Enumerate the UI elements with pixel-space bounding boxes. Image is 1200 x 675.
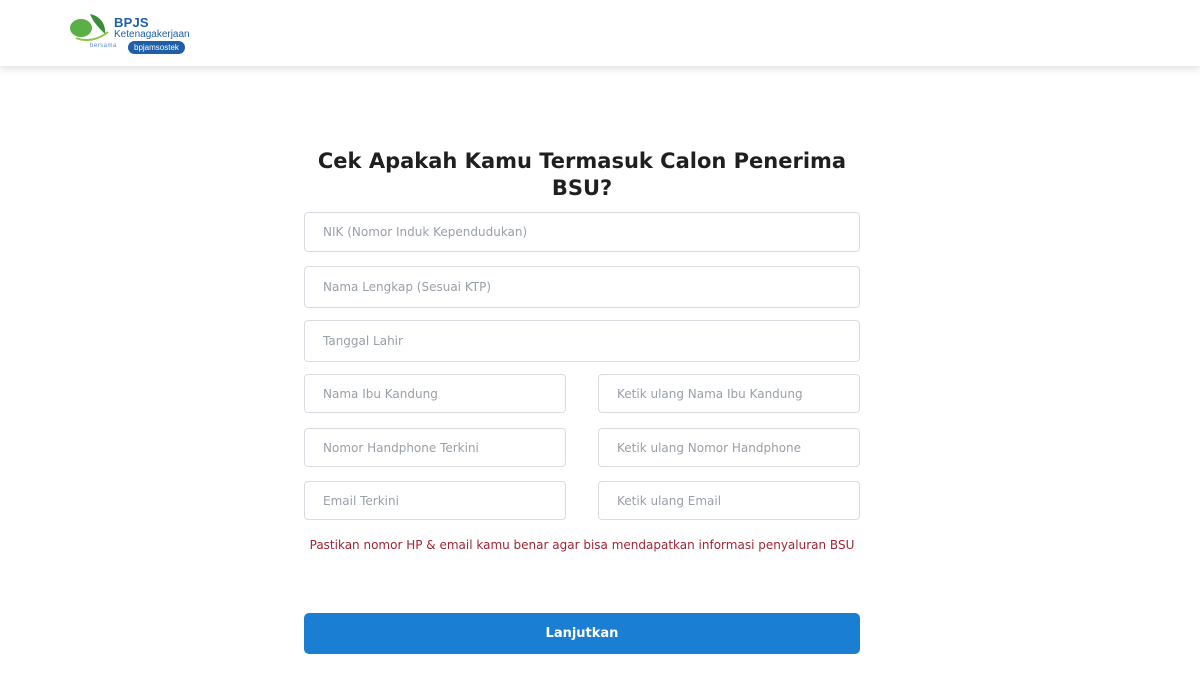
bpjs-logo[interactable]: BPJS Ketenagakerjaan bersama bpjamsostek bbox=[68, 10, 218, 58]
nik-input[interactable] bbox=[304, 212, 860, 252]
mother-name-confirm-input[interactable] bbox=[598, 374, 860, 413]
continue-button[interactable]: Lanjutkan bbox=[304, 613, 860, 654]
mother-name-input[interactable] bbox=[304, 374, 566, 413]
logo-title: BPJS bbox=[114, 15, 149, 30]
full-name-input[interactable] bbox=[304, 266, 860, 308]
birth-date-input[interactable] bbox=[304, 320, 860, 362]
contact-notice: Pastikan nomor HP & email kamu benar aga… bbox=[309, 538, 855, 552]
logo-tag-prefix: bersama bbox=[90, 43, 117, 49]
phone-input[interactable] bbox=[304, 428, 566, 467]
logo-tag: bpjamsostek bbox=[128, 41, 185, 54]
site-header: BPJS Ketenagakerjaan bersama bpjamsostek bbox=[0, 0, 1200, 67]
logo-subtitle: Ketenagakerjaan bbox=[114, 29, 190, 40]
email-input[interactable] bbox=[304, 481, 566, 520]
email-confirm-input[interactable] bbox=[598, 481, 860, 520]
form-title: Cek Apakah Kamu Termasuk Calon Penerima … bbox=[317, 149, 847, 200]
bpjs-leaf-icon bbox=[70, 14, 109, 41]
phone-confirm-input[interactable] bbox=[598, 428, 860, 467]
